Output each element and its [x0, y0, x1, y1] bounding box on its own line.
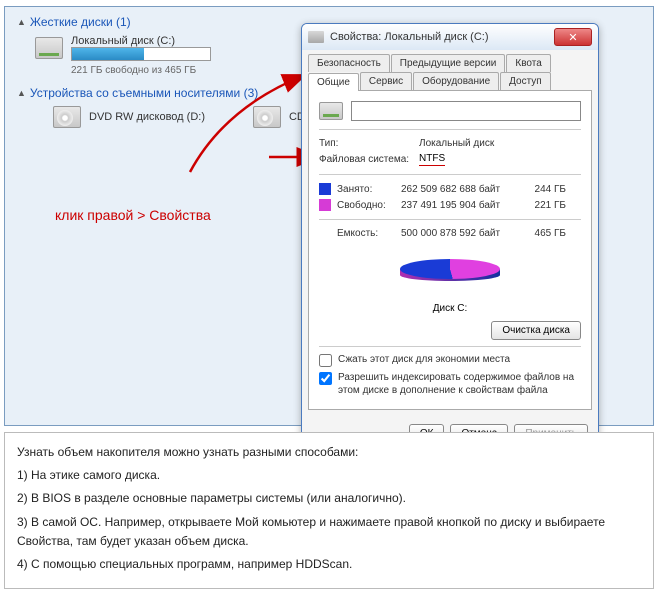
- titlebar[interactable]: Свойства: Локальный диск (C:) ✕: [302, 24, 598, 50]
- free-label: Свободно:: [337, 200, 401, 211]
- tab-previous-versions[interactable]: Предыдущие версии: [391, 54, 506, 72]
- used-label: Занято:: [337, 184, 401, 195]
- type-label: Тип:: [319, 138, 419, 149]
- compress-label: Сжать этот диск для экономии места: [338, 353, 510, 366]
- desc-p3: 3) В самой ОС. Например, открываете Мой …: [17, 513, 641, 551]
- explorer-panel: ▲ Жесткие диски (1) Локальный диск (C:) …: [4, 6, 654, 426]
- hard-drives-label: Жесткие диски (1): [30, 15, 131, 29]
- drive-icon: [308, 31, 324, 43]
- dialog-title: Свойства: Локальный диск (C:): [330, 31, 554, 43]
- disk-cleanup-button[interactable]: Очистка диска: [491, 321, 581, 340]
- desc-p4: 4) С помощью специальных программ, напри…: [17, 555, 641, 574]
- tab-sharing[interactable]: Доступ: [500, 72, 551, 90]
- tab-quota[interactable]: Квота: [506, 54, 550, 72]
- collapse-icon: ▲: [17, 88, 26, 98]
- local-disk-label: Локальный диск (C:): [71, 35, 211, 47]
- capacity-gb: 465 ГБ: [526, 228, 566, 239]
- disk-usage-pie: [400, 249, 500, 299]
- collapse-icon: ▲: [17, 17, 26, 27]
- dvd-drive[interactable]: DVD RW дисковод (D:): [53, 106, 205, 128]
- index-checkbox[interactable]: [319, 372, 332, 385]
- close-button[interactable]: ✕: [554, 28, 592, 46]
- disk-usage-bar: [71, 47, 211, 61]
- filesystem-label: Файловая система:: [319, 154, 419, 165]
- used-gb: 244 ГБ: [526, 184, 566, 195]
- tab-general-body: Тип: Локальный диск Файловая система: NT…: [308, 90, 592, 410]
- index-label: Разрешить индексировать содержимое файло…: [338, 371, 581, 397]
- used-bytes: 262 509 682 688 байт: [401, 184, 526, 195]
- properties-dialog: Свойства: Локальный диск (C:) ✕ Безопасн…: [301, 23, 599, 452]
- disk-caption: Диск C:: [319, 303, 581, 314]
- removable-label: Устройства со съемными носителями (3): [30, 86, 258, 100]
- tabs-row-1: Безопасность Предыдущие версии Квота: [302, 50, 598, 72]
- hdd-icon: [35, 37, 63, 59]
- cd-icon: [253, 106, 281, 128]
- dvd-icon: [53, 106, 81, 128]
- tab-general[interactable]: Общие: [308, 73, 359, 91]
- capacity-bytes: 500 000 878 592 байт: [401, 228, 526, 239]
- type-value: Локальный диск: [419, 138, 581, 149]
- tab-tools[interactable]: Сервис: [360, 72, 412, 90]
- compress-checkbox[interactable]: [319, 354, 332, 367]
- dvd-label: DVD RW дисковод (D:): [89, 111, 205, 123]
- hint-text: клик правой > Свойства: [55, 207, 211, 223]
- desc-p1: 1) На этике самого диска.: [17, 466, 641, 485]
- capacity-label: Емкость:: [319, 228, 401, 239]
- used-swatch: [319, 183, 331, 195]
- tab-security[interactable]: Безопасность: [308, 54, 390, 72]
- filesystem-value: NTFS: [419, 153, 445, 166]
- tab-hardware[interactable]: Оборудование: [413, 72, 499, 90]
- tabs-row-2: Общие Сервис Оборудование Доступ: [302, 72, 598, 90]
- free-bytes: 237 491 195 904 байт: [401, 200, 526, 211]
- desc-p2: 2) В BIOS в разделе основные параметры с…: [17, 489, 641, 508]
- volume-label-input[interactable]: [351, 101, 581, 121]
- free-swatch: [319, 199, 331, 211]
- drive-icon: [319, 102, 343, 120]
- free-gb: 221 ГБ: [526, 200, 566, 211]
- desc-intro: Узнать объем накопителя можно узнать раз…: [17, 443, 641, 462]
- description-text: Узнать объем накопителя можно узнать раз…: [4, 432, 654, 589]
